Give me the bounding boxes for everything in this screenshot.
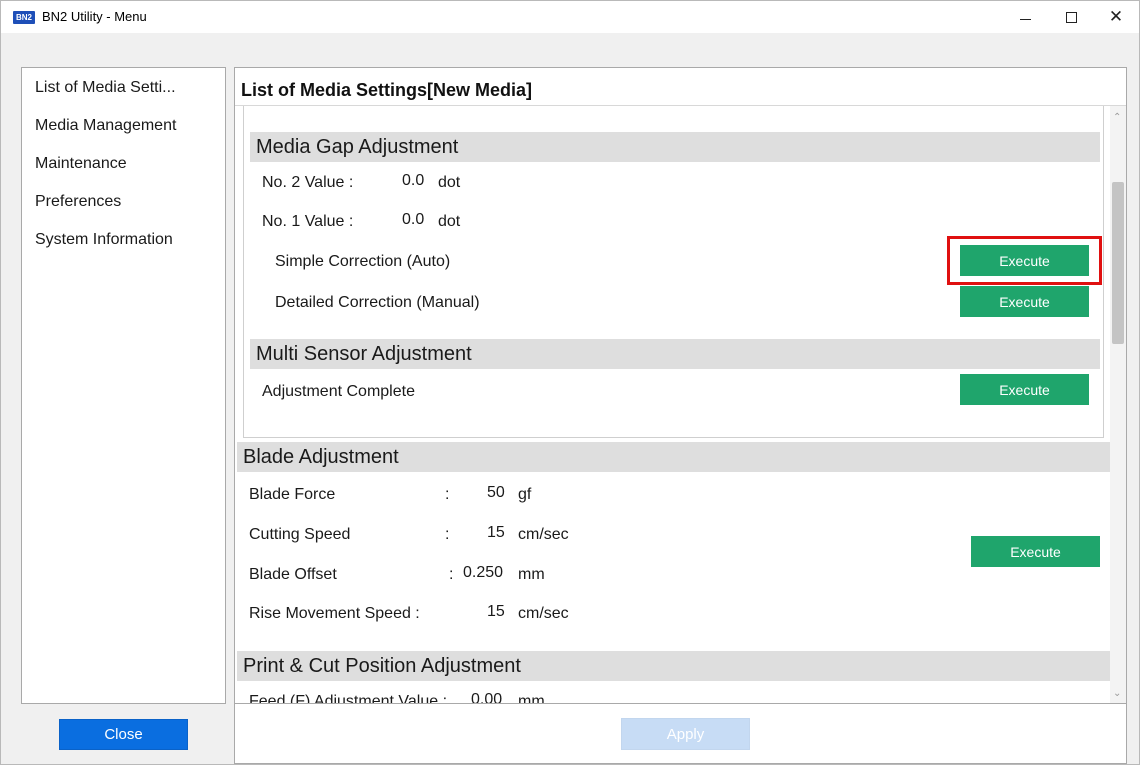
multi-sensor-status: Adjustment Complete: [262, 383, 415, 400]
blade-adjustment-execute-button[interactable]: Execute: [971, 536, 1100, 567]
no2-unit: dot: [438, 174, 461, 191]
maximize-icon: [1065, 11, 1077, 23]
blade-force-label: Blade Force: [249, 486, 336, 503]
media-group-box: Media Gap Adjustment No. 2 Value : 0.0 d…: [243, 106, 1104, 438]
blade-offset-label: Blade Offset: [249, 566, 337, 583]
sidebar-item-maintenance[interactable]: Maintenance: [22, 152, 225, 190]
blade-force-sep: :: [445, 486, 450, 503]
sidebar-item-list-of-media-settings[interactable]: List of Media Setti...: [22, 76, 225, 114]
cutting-speed-sep: :: [445, 526, 450, 543]
no1-value: 0.0: [402, 211, 425, 228]
page-title: List of Media Settings[New Media]: [241, 80, 533, 100]
rise-speed-value: 15: [487, 603, 505, 620]
no1-value-label: No. 1 Value :: [262, 213, 354, 230]
feed-adjustment-value: 0.00: [471, 691, 503, 704]
scroll-thumb[interactable]: [1112, 182, 1124, 344]
sidebar-item-system-information[interactable]: System Information: [22, 228, 225, 266]
settings-scroll-area[interactable]: Media Gap Adjustment No. 2 Value : 0.0 d…: [235, 106, 1111, 704]
app-window: BN2 BN2 Utility - Menu ✕ List of Media S…: [0, 0, 1140, 765]
cutting-speed-unit: cm/sec: [518, 526, 569, 543]
cutting-speed-label: Cutting Speed: [249, 526, 351, 543]
main-panel: List of Media Settings[New Media] Media …: [234, 67, 1127, 704]
scroll-up-arrow-icon[interactable]: ⌃: [1113, 112, 1121, 123]
detailed-correction-execute-button[interactable]: Execute: [960, 286, 1089, 317]
media-gap-heading: Media Gap Adjustment: [250, 132, 1100, 162]
blade-force-value: 50: [487, 484, 505, 501]
apply-button[interactable]: Apply: [621, 718, 750, 750]
blade-adjustment-heading: Blade Adjustment: [237, 442, 1111, 472]
print-cut-heading: Print & Cut Position Adjustment: [237, 651, 1111, 681]
title-bar[interactable]: BN2 BN2 Utility - Menu ✕: [1, 1, 1139, 33]
vertical-scrollbar[interactable]: ⌃ ⌄: [1110, 106, 1126, 703]
close-button[interactable]: Close: [59, 719, 188, 750]
rise-speed-unit: cm/sec: [518, 605, 569, 622]
feed-adjustment-label: Feed (F) Adjustment Value :: [249, 693, 448, 704]
blade-offset-sep: :: [449, 566, 454, 583]
no2-value-label: No. 2 Value :: [262, 174, 354, 191]
close-icon: ✕: [1108, 6, 1124, 27]
minimize-button[interactable]: [1002, 1, 1048, 33]
multi-sensor-heading: Multi Sensor Adjustment: [250, 339, 1100, 369]
app-logo-icon: BN2: [13, 11, 35, 24]
window-close-button[interactable]: ✕: [1093, 1, 1139, 33]
feed-adjustment-unit: mm: [518, 693, 545, 704]
simple-correction-label: Simple Correction (Auto): [275, 253, 451, 270]
maximize-button[interactable]: [1048, 1, 1094, 33]
rise-speed-label: Rise Movement Speed :: [249, 605, 420, 622]
sidebar-item-media-management[interactable]: Media Management: [22, 114, 225, 152]
sidebar-nav: List of Media Setti... Media Management …: [21, 67, 226, 704]
blade-force-unit: gf: [518, 486, 532, 503]
blade-offset-unit: mm: [518, 566, 545, 583]
minimize-icon: [1019, 18, 1031, 20]
scroll-down-arrow-icon[interactable]: ⌄: [1113, 688, 1121, 699]
blade-offset-value: 0.250: [463, 564, 504, 581]
detailed-correction-label: Detailed Correction (Manual): [275, 294, 480, 311]
no2-value: 0.0: [402, 172, 425, 189]
highlight-box: [947, 236, 1102, 285]
multi-sensor-execute-button[interactable]: Execute: [960, 374, 1089, 405]
window-title: BN2 Utility - Menu: [42, 9, 147, 24]
sidebar-item-preferences[interactable]: Preferences: [22, 190, 225, 228]
cutting-speed-value: 15: [487, 524, 505, 541]
no1-unit: dot: [438, 213, 461, 230]
